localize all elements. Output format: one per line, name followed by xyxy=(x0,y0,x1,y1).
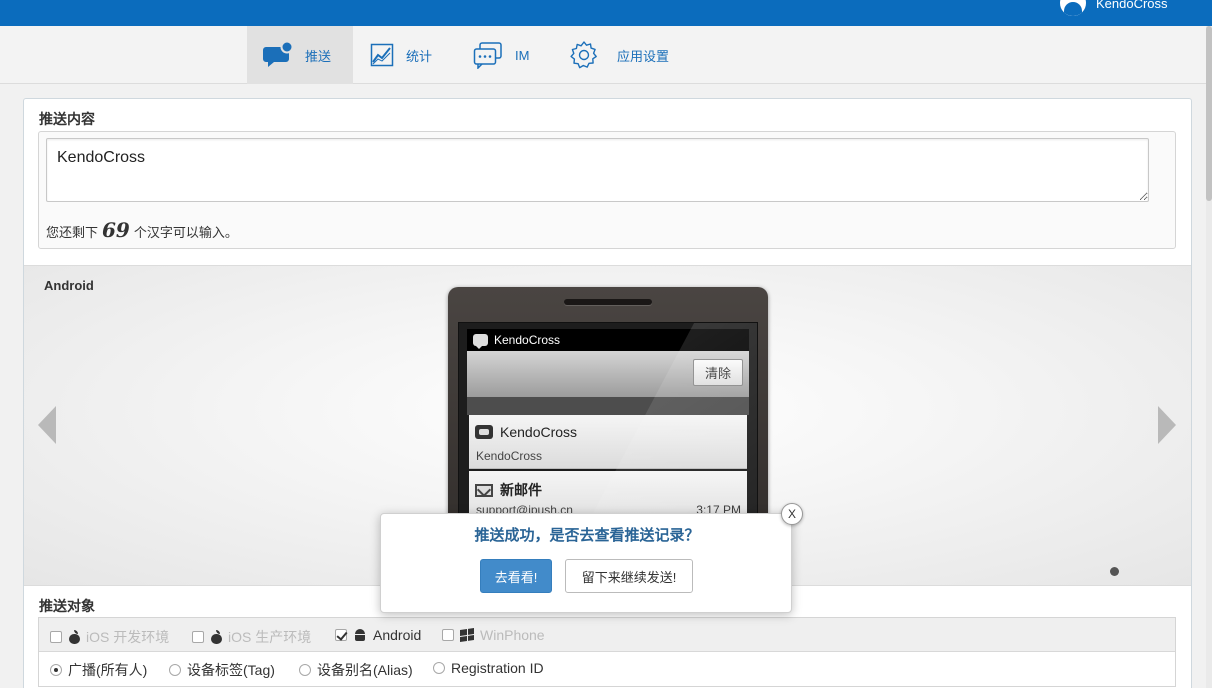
radio[interactable] xyxy=(50,664,62,676)
audience-label: 广播(所有人) xyxy=(68,662,148,678)
windows-icon xyxy=(460,628,474,642)
platform-label: iOS 生产环境 xyxy=(228,629,312,645)
targets-section-title: 推送对象 xyxy=(39,598,95,614)
remaining-suffix: 个汉字可以输入。 xyxy=(133,225,238,240)
platform-label: Android xyxy=(373,627,422,643)
platform-ios-prod[interactable]: iOS 生产环境 xyxy=(192,627,311,647)
nav-app-settings-label: 应用设置 xyxy=(617,48,670,64)
user-menu[interactable]: KendoCross xyxy=(1058,0,1168,18)
dialog-message: 推送成功，是否去查看推送记录？ xyxy=(474,526,700,544)
radio[interactable] xyxy=(169,664,181,676)
top-bar: KendoCross xyxy=(0,0,1212,26)
carousel-prev-arrow-icon[interactable] xyxy=(38,406,56,444)
view-records-button[interactable]: 去看看! xyxy=(480,559,552,593)
audience-tag[interactable]: 设备标签(Tag) xyxy=(169,660,275,680)
chat-bubble-icon xyxy=(263,41,293,67)
audience-registration-id[interactable]: Registration ID xyxy=(433,660,544,676)
apple-icon xyxy=(68,630,80,644)
preview-platform-label: Android xyxy=(44,278,94,293)
remaining-prefix: 您还剩下 xyxy=(46,225,99,240)
phone-speaker xyxy=(564,299,652,305)
nav-push[interactable]: 推送 xyxy=(247,26,353,84)
push-success-dialog: X 推送成功，是否去查看推送记录？ 去看看! 留下来继续发送! xyxy=(380,503,803,613)
content-section-title: 推送内容 xyxy=(39,111,95,127)
notification-item: KendoCross KendoCross xyxy=(469,415,747,469)
audience-alias[interactable]: 设备别名(Alias) xyxy=(299,660,413,680)
platform-winphone[interactable]: WinPhone xyxy=(442,627,545,643)
nav-stats-label: 统计 xyxy=(406,48,433,64)
message-icon xyxy=(475,425,493,439)
radio[interactable] xyxy=(433,662,445,674)
platform-android[interactable]: Android xyxy=(335,627,421,643)
status-bar-title: KendoCross xyxy=(494,333,561,347)
notification-divider xyxy=(467,397,749,415)
notification-title: 新邮件 xyxy=(500,482,542,498)
user-name: KendoCross xyxy=(1096,0,1168,11)
carousel-next-arrow-icon[interactable] xyxy=(1158,406,1176,444)
nav-stats[interactable]: 统计 xyxy=(370,26,432,84)
message-icon xyxy=(473,334,488,349)
clear-notifications-button[interactable]: 清除 xyxy=(693,359,743,386)
mail-icon xyxy=(475,483,493,497)
checkbox[interactable] xyxy=(442,629,454,641)
nav-im-label: IM xyxy=(515,47,530,63)
im-chat-icon xyxy=(473,42,502,69)
checkbox[interactable] xyxy=(335,629,347,641)
checkbox[interactable] xyxy=(50,631,62,643)
main-nav: 推送 统计 IM 应用设置 xyxy=(0,26,1206,84)
targets-box: iOS 开发环境 iOS 生产环境 Android WinPhone 广播(所有… xyxy=(38,617,1176,687)
audience-label: 设备标签(Tag) xyxy=(187,662,275,678)
checkbox[interactable] xyxy=(192,631,204,643)
android-icon xyxy=(353,628,367,642)
audience-broadcast[interactable]: 广播(所有人) xyxy=(50,660,147,680)
audience-label: Registration ID xyxy=(451,660,544,676)
close-icon[interactable]: X xyxy=(781,503,803,525)
nav-push-label: 推送 xyxy=(305,48,332,64)
audience-label: 设备别名(Alias) xyxy=(317,662,413,678)
notification-header: 清除 xyxy=(467,351,749,397)
radio[interactable] xyxy=(299,664,311,676)
continue-sending-button[interactable]: 留下来继续发送! xyxy=(565,559,693,593)
platform-ios-dev[interactable]: iOS 开发环境 xyxy=(50,627,169,647)
phone-status-bar: KendoCross xyxy=(467,329,749,351)
platform-row: iOS 开发环境 iOS 生产环境 Android WinPhone xyxy=(39,618,1175,652)
platform-label: WinPhone xyxy=(480,627,545,643)
apple-icon xyxy=(210,630,222,644)
chart-icon xyxy=(370,43,394,67)
nav-im[interactable]: IM xyxy=(473,26,529,84)
carousel-indicator-dot[interactable] xyxy=(1110,567,1119,576)
gear-icon xyxy=(570,41,597,69)
notification-body: KendoCross xyxy=(476,449,543,463)
avatar-icon xyxy=(1058,0,1088,18)
content-box: KendoCross 您还剩下 69 个汉字可以输入。 xyxy=(38,131,1176,249)
scrollbar-thumb[interactable] xyxy=(1206,26,1212,201)
message-input[interactable]: KendoCross xyxy=(46,138,1149,202)
platform-label: iOS 开发环境 xyxy=(86,629,170,645)
notification-title: KendoCross xyxy=(500,424,578,440)
page-scrollbar[interactable] xyxy=(1206,26,1212,688)
remaining-count: 69 xyxy=(102,218,130,242)
remaining-counter: 您还剩下 69 个汉字可以输入。 xyxy=(46,218,238,242)
nav-app-settings[interactable]: 应用设置 xyxy=(569,26,669,84)
